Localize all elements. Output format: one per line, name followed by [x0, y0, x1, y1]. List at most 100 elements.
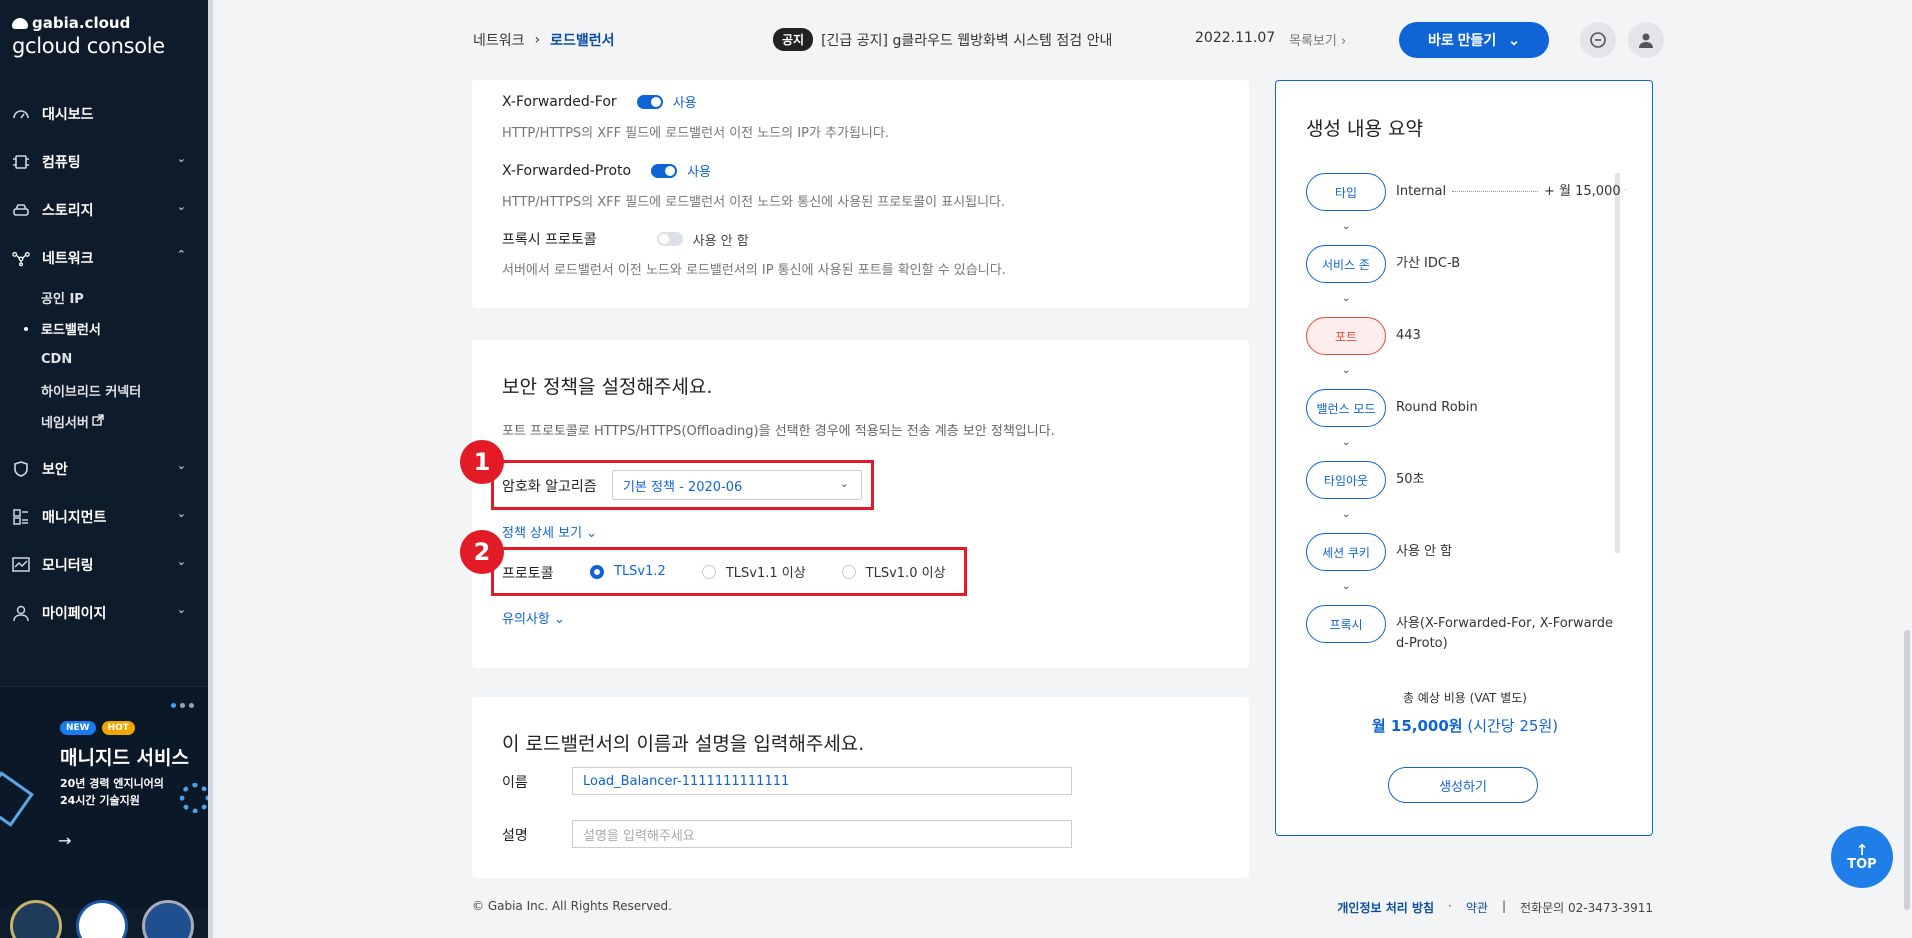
cert-badge [76, 900, 128, 938]
certification-badges [10, 900, 194, 938]
xff-toggle[interactable] [636, 94, 663, 109]
footer-dot: · [1448, 899, 1452, 913]
total-cost-label: 총 예상 비용 (VAT 별도) [1403, 691, 1527, 705]
summary-pill[interactable]: 타입 [1306, 173, 1386, 211]
sidebar-item-storage[interactable]: 스토리지 ⌄ [0, 186, 208, 234]
shield-icon [12, 460, 30, 478]
sidebar-item-label: 대시보드 [42, 107, 94, 123]
chevron-down-icon: ⌄ [1342, 293, 1351, 304]
proxy-toggle[interactable] [656, 232, 683, 246]
sidebar-item-label: 컴퓨팅 [42, 155, 81, 171]
promo-graphic [0, 771, 34, 827]
summary-pill[interactable]: 포트 [1306, 317, 1386, 355]
summary-item-proxy: 프록시 사용(X-Forwarded-For, X-Forwarded-Prot… [1306, 605, 1626, 654]
sidebar-item-monitoring[interactable]: 모니터링 ⌄ [0, 541, 208, 589]
profile-button[interactable] [1628, 22, 1664, 58]
hot-badge: HOT [101, 721, 135, 735]
sidebar-item-management[interactable]: 매니지먼트 ⌄ [0, 493, 208, 541]
sidebar-scrollbar[interactable] [208, 0, 213, 938]
chat-button[interactable] [1580, 22, 1616, 58]
highlight-box-protocol [491, 547, 967, 596]
footer-bar: | [1501, 899, 1507, 913]
total-cost-monthly: 월 15,000원 [1371, 717, 1463, 735]
promo-banner[interactable]: NEW HOT 매니지드 서비스 20년 경력 엔지니어의 24시간 기술지원 … [0, 686, 208, 908]
xff-state: 사용 [672, 96, 697, 111]
description-input[interactable]: 설명을 입력해주세요 [572, 820, 1072, 848]
chevron-down-icon: ⌄ [176, 603, 186, 616]
summary-pill[interactable]: 서비스 존 [1306, 245, 1386, 283]
summary-pill[interactable]: 밸런스 모드 [1306, 389, 1386, 427]
name-input[interactable]: Load_Balancer-1111111111111 [572, 767, 1072, 795]
cert-badge [142, 900, 194, 938]
sidebar: gabia.cloud gcloud console 대시보드 컴퓨팅 ⌄ 스토… [0, 0, 208, 938]
sidebar-item-mypage[interactable]: 마이페이지 ⌄ [0, 589, 208, 637]
chevron-down-icon: ⌄ [176, 200, 186, 213]
sidebar-item-label: 마이페이지 [42, 606, 107, 622]
summary-item-zone: 서비스 존 가산 IDC-B [1306, 245, 1626, 283]
proxy-desc: 서버에서 로드밸런서 이전 노드와 로드밸런서의 IP 통신에 사용된 포트를 … [502, 263, 1006, 278]
sidebar-sub-load-balancer[interactable]: 로드밸런서 [0, 313, 208, 344]
sidebar-item-security[interactable]: 보안 ⌄ [0, 445, 208, 493]
breadcrumb-parent[interactable]: 네트워크 [473, 30, 525, 50]
chevron-down-icon: ⌄ [1342, 221, 1351, 232]
chevron-down-icon: ⌄ [553, 612, 565, 627]
carousel-dots[interactable] [171, 703, 194, 708]
arrow-up-icon: ↑ [1855, 840, 1869, 859]
security-title: 보안 정책을 설정해주세요. [502, 376, 713, 398]
user-icon [12, 604, 30, 622]
xfp-toggle[interactable] [651, 163, 678, 178]
new-badge: NEW [60, 721, 96, 735]
chevron-down-icon: ⌄ [1342, 509, 1351, 520]
sidebar-sub-label: 네임서버 [41, 416, 89, 431]
sidebar-item-network[interactable]: 네트워크 ⌃ [0, 234, 208, 282]
sidebar-sub-hybrid-connector[interactable]: 하이브리드 커넥터 [0, 375, 208, 406]
page-scrollbar[interactable] [1904, 630, 1910, 910]
terms-link[interactable]: 약관 [1466, 899, 1488, 916]
notice-date: 2022.11.07 [1195, 30, 1276, 46]
naming-title: 이 로드밸런서의 이름과 설명을 입력해주세요. [502, 733, 865, 755]
naming-card: 이 로드밸런서의 이름과 설명을 입력해주세요. 이름 Load_Balance… [472, 697, 1249, 878]
xfp-option: X-Forwarded-Proto 사용 [502, 161, 711, 181]
notice[interactable]: 공지 [긴급 공지] g클라우드 웹방화벽 시스템 점검 안내 [773, 28, 1112, 51]
summary-pill[interactable]: 타임아웃 [1306, 461, 1386, 499]
user-icon [1639, 33, 1653, 48]
highlight-box-cipher [491, 460, 874, 510]
summary-value: 50초 [1396, 472, 1425, 487]
xfp-desc: HTTP/HTTPS의 XFF 필드에 로드밸런서 이전 노드와 통신에 사용된… [502, 195, 1006, 210]
logo[interactable]: gabia.cloud gcloud console [12, 14, 165, 58]
breadcrumb-separator: › [534, 32, 541, 48]
notice-tag: 공지 [773, 28, 814, 51]
monitor-icon [12, 556, 30, 574]
breadcrumb: 네트워크 › 로드밸런서 [473, 30, 615, 50]
chip-icon [12, 153, 30, 171]
sidebar-item-label: 네트워크 [42, 251, 94, 267]
notes-link[interactable]: 유의사항 ⌄ [502, 608, 565, 627]
summary-pill[interactable]: 프록시 [1306, 605, 1386, 643]
create-button[interactable]: 생성하기 [1388, 767, 1538, 803]
breadcrumb-current: 로드밸런서 [550, 33, 615, 49]
summary-value: 사용 안 함 [1396, 544, 1453, 559]
summary-pill[interactable]: 세션 쿠키 [1306, 533, 1386, 571]
quick-create-button[interactable]: 바로 만들기 ⌄ [1399, 22, 1549, 58]
sidebar-sub-public-ip[interactable]: 공인 IP [0, 282, 208, 313]
chevron-down-icon: ⌄ [176, 555, 186, 568]
summary-item-timeout: 타임아웃 50초 [1306, 461, 1626, 499]
sidebar-menu: 대시보드 컴퓨팅 ⌄ 스토리지 ⌄ 네트워크 ⌃ 공인 IP 로드밸런서 CDN… [0, 90, 208, 637]
sidebar-item-dashboard[interactable]: 대시보드 [0, 90, 208, 138]
management-icon [12, 508, 30, 526]
xfp-state: 사용 [687, 165, 711, 180]
policy-detail-link[interactable]: 정책 상세 보기 ⌄ [502, 522, 597, 541]
notice-text[interactable]: [긴급 공지] g클라우드 웹방화벽 시스템 점검 안내 [821, 30, 1112, 50]
summary-item-session-cookie: 세션 쿠키 사용 안 함 [1306, 533, 1626, 571]
sidebar-sub-cdn[interactable]: CDN [0, 344, 208, 375]
arrow-right-icon[interactable]: → [58, 831, 71, 850]
sidebar-item-computing[interactable]: 컴퓨팅 ⌄ [0, 138, 208, 186]
notice-list-link[interactable]: 목록보기 › [1289, 30, 1346, 49]
scroll-top-button[interactable]: ↑ TOP [1831, 826, 1893, 888]
chevron-down-icon: ⌄ [176, 507, 186, 520]
summary-value: 가산 IDC-B [1396, 256, 1461, 271]
summary-item-type: 타입 Internal + 월 15,000 원 [1306, 173, 1626, 211]
proxy-label: 프록시 프로토콜 [502, 232, 597, 248]
privacy-link[interactable]: 개인정보 처리 방침 [1337, 899, 1434, 916]
sidebar-sub-nameserver[interactable]: 네임서버 [0, 406, 208, 437]
